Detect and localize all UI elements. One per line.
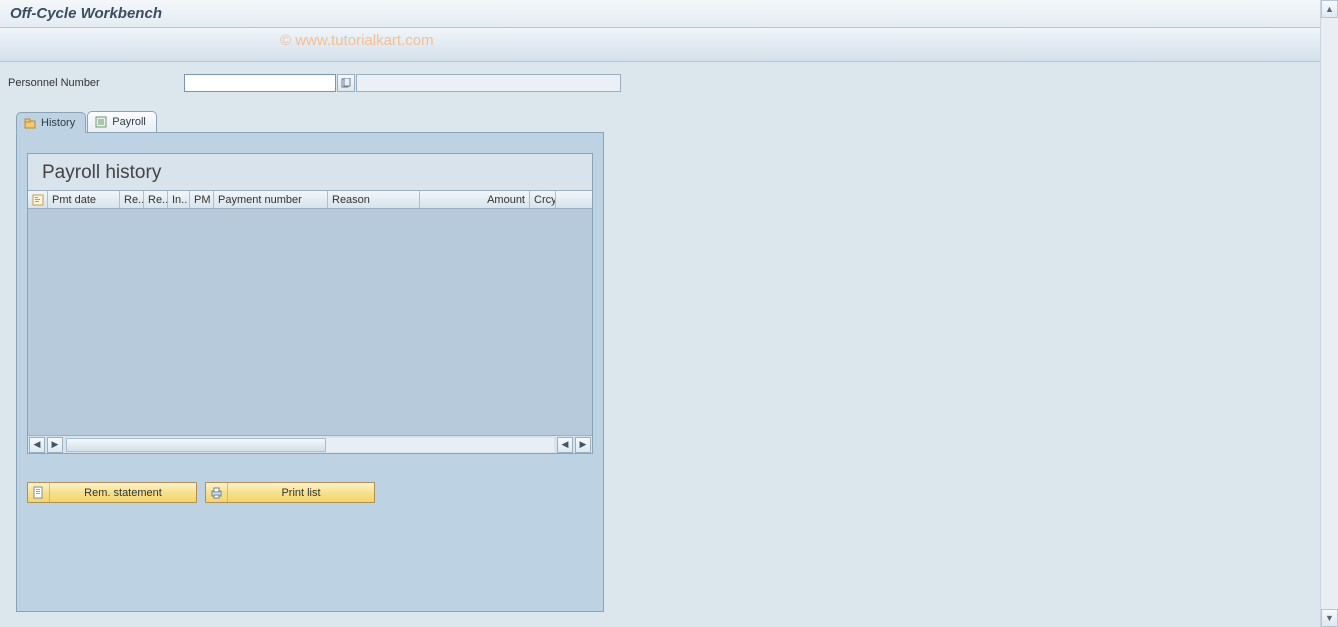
col-pm[interactable]: PM [190,191,214,208]
payroll-history-section: Payroll history Pmt date Re.. Re.. In.. [27,153,593,454]
col-in[interactable]: In.. [168,191,190,208]
grid-select-all-button[interactable] [28,191,48,208]
select-all-icon [32,194,44,206]
tab-payroll[interactable]: Payroll [87,111,157,132]
print-list-button[interactable]: Print list [205,482,375,503]
col-reason[interactable]: Reason [328,191,420,208]
vscroll-track[interactable] [1321,18,1338,609]
window-vscrollbar[interactable]: ▲ ▼ [1320,0,1338,627]
col-crcy[interactable]: Crcy [530,191,556,208]
scroll-down-button[interactable]: ▼ [1321,609,1338,627]
document-icon [28,483,50,502]
tab-strip: History Payroll [16,110,604,132]
col-pmt-date[interactable]: Pmt date [48,191,120,208]
content-area: Personnel Number History [0,62,1338,620]
grid-body-empty [28,209,592,435]
col-re1[interactable]: Re.. [120,191,144,208]
page-title: Off-Cycle Workbench [10,5,162,22]
personnel-number-input[interactable] [184,74,336,92]
grid-header-row: Pmt date Re.. Re.. In.. PM Payment numbe… [28,190,592,209]
scroll-thumb[interactable] [66,438,326,452]
scroll-right-button[interactable]: ▶ [47,437,63,453]
rem-statement-button[interactable]: Rem. statement [27,482,197,503]
personnel-number-label: Personnel Number [8,77,184,89]
scroll-left-end-button[interactable]: ◀ [557,437,573,453]
scroll-track[interactable] [66,438,554,452]
button-row: Rem. statement Print list [27,482,593,503]
col-re2[interactable]: Re.. [144,191,168,208]
tab-container: History Payroll Payroll history [16,110,604,612]
col-amount[interactable]: Amount [420,191,530,208]
col-payment-number[interactable]: Payment number [214,191,328,208]
section-title: Payroll history [28,154,592,190]
scroll-up-button[interactable]: ▲ [1321,0,1338,18]
tab-body: Payroll history Pmt date Re.. Re.. In.. [16,132,604,612]
rem-statement-label: Rem. statement [50,487,196,499]
history-icon [23,116,37,130]
personnel-name-display [356,74,621,92]
print-icon [206,483,228,502]
search-help-button[interactable] [337,74,355,92]
tab-history-label: History [41,117,75,129]
personnel-number-input-wrap [184,74,621,92]
application-toolbar [0,28,1338,62]
search-help-icon [341,78,351,88]
personnel-number-field: Personnel Number [8,74,1330,92]
print-list-label: Print list [228,487,374,499]
tab-history[interactable]: History [16,112,86,133]
scroll-left-button[interactable]: ◀ [29,437,45,453]
tab-payroll-label: Payroll [112,116,146,128]
title-bar: Off-Cycle Workbench [0,0,1338,28]
payroll-icon [94,115,108,129]
grid-hscroll: ◀ ▶ ◀ ▶ [28,435,592,453]
scroll-right-end-button[interactable]: ▶ [575,437,591,453]
